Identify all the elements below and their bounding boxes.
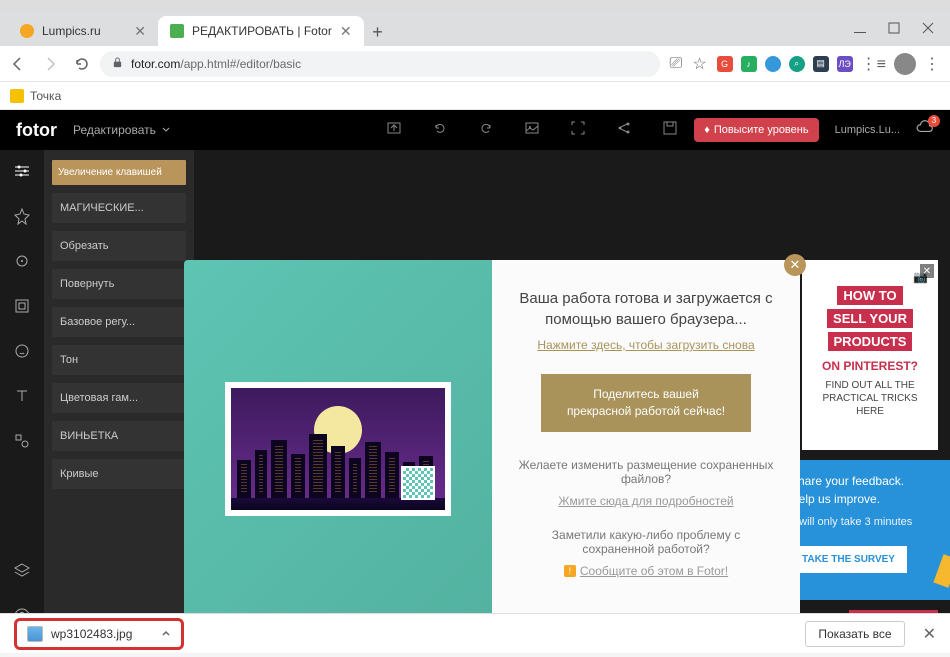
download-modal: ✕ <box>184 260 800 630</box>
sidebar-item[interactable]: Повернуть <box>52 269 186 299</box>
sidebar-item[interactable]: МАГИЧЕСКИЕ... <box>52 193 186 223</box>
feedback-l2: Help us improve. <box>790 492 936 506</box>
forward-icon[interactable] <box>42 56 58 72</box>
close-icon[interactable]: ✕ <box>784 254 806 276</box>
tab-lumpics[interactable]: Lumpics.ru ✕ <box>8 16 158 46</box>
change-location-text: Желаете изменить размещение сохраненных … <box>516 458 776 486</box>
effects-icon[interactable] <box>13 207 31 230</box>
favicon-icon <box>170 24 184 38</box>
close-icon[interactable]: ✕ <box>920 264 934 278</box>
side-panel: Увеличение клавишей МАГИЧЕСКИЕ... Обреза… <box>44 150 194 630</box>
browser-tabs: Lumpics.ru ✕ РЕДАКТИРОВАТЬ | Fotor ✕ + <box>0 12 950 46</box>
sidebar-item[interactable]: Базовое регу... <box>52 307 186 337</box>
close-window-icon[interactable] <box>922 22 934 37</box>
redo-icon[interactable] <box>478 120 494 141</box>
ext-icon[interactable]: ⌕ <box>789 56 805 72</box>
maximize-icon[interactable] <box>888 22 900 37</box>
download-filename: wp3102483.jpg <box>51 627 153 641</box>
text-icon[interactable] <box>13 387 31 410</box>
reload-icon[interactable] <box>74 56 90 72</box>
sidebar-item[interactable]: ВИНЬЕТКА <box>52 421 186 451</box>
lock-icon <box>112 55 123 73</box>
problem-text: Заметили какую-либо проблему с сохраненн… <box>516 528 776 556</box>
image-icon[interactable] <box>524 120 540 141</box>
favicon-icon <box>20 24 34 38</box>
modal-title: Ваша работа готова и загружается с помощ… <box>516 288 776 330</box>
feedback-sub: It will only take 3 minutes <box>790 516 936 528</box>
report-link[interactable]: Сообщите об этом в Fotor! <box>580 564 728 578</box>
upgrade-button[interactable]: ♦Повысите уровень <box>694 118 818 142</box>
qr-code <box>401 466 435 500</box>
app-header: fotor Редактировать ♦Повысите уровень Lu… <box>0 110 950 150</box>
keyboard-tip: Увеличение клавишей <box>52 160 186 185</box>
minimize-icon[interactable] <box>854 22 866 37</box>
ext-icon[interactable]: ЛЭ <box>837 56 853 72</box>
tab-title: РЕДАКТИРОВАТЬ | Fotor <box>192 24 332 38</box>
tab-title: Lumpics.ru <box>42 24 101 38</box>
download-again-link[interactable]: Нажмите здесь, чтобы загрузить снова <box>537 338 754 352</box>
bookmark-bar: Точка <box>0 82 950 110</box>
sidebar-item[interactable]: Тон <box>52 345 186 375</box>
layers-icon[interactable] <box>13 562 31 585</box>
bookmark-label[interactable]: Точка <box>30 89 61 103</box>
download-bar: wp3102483.jpg Показать все ✕ <box>0 613 950 653</box>
import-icon[interactable] <box>386 120 402 141</box>
close-icon[interactable]: ✕ <box>923 624 936 644</box>
share-button[interactable]: Поделитесь вашей прекрасной работой сейч… <box>541 374 751 432</box>
fotor-app: fotor Редактировать ♦Повысите уровень Lu… <box>0 110 950 630</box>
new-tab-button[interactable]: + <box>364 18 392 46</box>
ext-icon[interactable]: G <box>717 56 733 72</box>
adjust-icon[interactable] <box>13 162 31 185</box>
ad-pinterest[interactable]: ✕ 📷 HOW TO SELL YOUR PRODUCTS ON PINTERE… <box>802 260 938 450</box>
omnibox[interactable]: fotor.com/app.html#/editor/basic <box>100 51 660 77</box>
fotor-logo[interactable]: fotor <box>16 120 57 141</box>
undo-icon[interactable] <box>432 120 448 141</box>
tab-fotor[interactable]: РЕДАКТИРОВАТЬ | Fotor ✕ <box>158 16 364 46</box>
file-icon <box>27 626 43 642</box>
back-icon[interactable] <box>10 56 26 72</box>
change-location-link[interactable]: Жмите сюда для подробностей <box>558 494 733 508</box>
beauty-icon[interactable] <box>13 252 31 275</box>
feedback-card: Share your feedback. Help us improve. It… <box>776 460 950 600</box>
frames-icon[interactable] <box>13 297 31 320</box>
reading-list-icon[interactable]: ⋮≡ <box>861 54 886 74</box>
chevron-up-icon[interactable] <box>161 625 171 643</box>
warning-icon: ! <box>564 565 576 577</box>
take-survey-button[interactable]: TAKE THE SURVEY <box>790 546 907 573</box>
show-all-button[interactable]: Показать все <box>805 621 904 647</box>
left-icon-bar <box>0 150 44 630</box>
ext-icon[interactable] <box>765 56 781 72</box>
address-bar: fotor.com/app.html#/editor/basic ⎚ ☆ G ♪… <box>0 46 950 82</box>
url-text: fotor.com/app.html#/editor/basic <box>131 57 301 71</box>
save-icon[interactable] <box>662 120 678 141</box>
bookmark-folder-icon <box>10 89 24 103</box>
image-preview <box>225 382 451 516</box>
user-name[interactable]: Lumpics.Lu... <box>835 124 900 136</box>
star-icon[interactable]: ☆ <box>692 54 706 74</box>
cast-icon[interactable]: ⎚ <box>670 55 683 73</box>
menu-icon[interactable]: ⋮ <box>924 54 940 74</box>
feedback-l1: Share your feedback. <box>790 474 936 488</box>
pencil-icon <box>933 554 950 588</box>
elements-icon[interactable] <box>13 432 31 455</box>
stickers-icon[interactable] <box>13 342 31 365</box>
sidebar-item[interactable]: Кривые <box>52 459 186 489</box>
ext-icon[interactable]: ▤ <box>813 56 829 72</box>
cloud-badge: 3 <box>928 115 940 127</box>
cloud-icon[interactable]: 3 <box>916 119 934 142</box>
close-icon[interactable]: ✕ <box>340 23 352 40</box>
sidebar-item[interactable]: Обрезать <box>52 231 186 261</box>
ext-icon[interactable]: ♪ <box>741 56 757 72</box>
share-icon[interactable] <box>616 120 632 141</box>
download-item[interactable]: wp3102483.jpg <box>14 618 184 650</box>
close-icon[interactable]: ✕ <box>134 23 146 40</box>
fullscreen-icon[interactable] <box>570 120 586 141</box>
edit-dropdown[interactable]: Редактировать <box>73 123 170 137</box>
avatar[interactable] <box>894 53 916 75</box>
sidebar-item[interactable]: Цветовая гам... <box>52 383 186 413</box>
